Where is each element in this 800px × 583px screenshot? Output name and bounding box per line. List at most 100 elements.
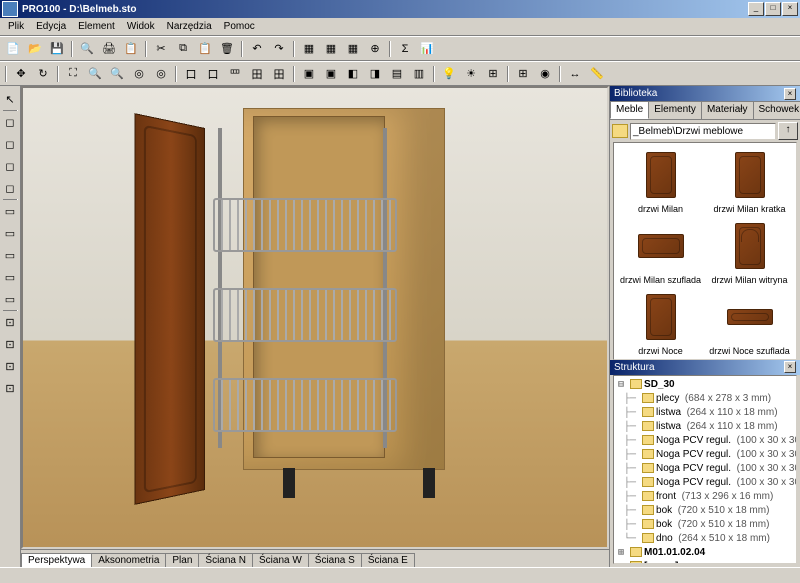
fit-icon[interactable]: ⛶	[63, 64, 83, 84]
structure-tree[interactable]: ⊟ SD_30 ├─ plecy (684 x 278 x 3 mm) ├─ l…	[613, 375, 797, 565]
t3-icon[interactable]: ◻	[0, 156, 20, 176]
v3-icon[interactable]: 罒	[225, 64, 245, 84]
undo-icon[interactable]: ↶	[247, 39, 267, 59]
m1-icon[interactable]: ▣	[299, 64, 319, 84]
tab-meble[interactable]: Meble	[610, 101, 649, 119]
l3-icon[interactable]: ⊞	[483, 64, 503, 84]
library-close-icon[interactable]: ×	[784, 88, 796, 100]
open-icon[interactable]: 📂	[25, 39, 45, 59]
l2-icon[interactable]: ☀	[461, 64, 481, 84]
menu-pomoc[interactable]: Pomoc	[218, 19, 261, 34]
library-item[interactable]: drzwi Noce szuflada	[707, 289, 792, 356]
v5-icon[interactable]: 田	[269, 64, 289, 84]
tree-item[interactable]: ├─ plecy (684 x 278 x 3 mm)	[616, 392, 794, 406]
paste-icon[interactable]: 📋	[195, 39, 215, 59]
library-item[interactable]: drzwi Milan witryna	[707, 218, 792, 285]
m6-icon[interactable]: ▥	[409, 64, 429, 84]
tree-item[interactable]: ├─ Noga PCV regul. (100 x 30 x 30 mm)	[616, 476, 794, 490]
v1-icon[interactable]: 口	[181, 64, 201, 84]
m5-icon[interactable]: ▤	[387, 64, 407, 84]
viewport-3d[interactable]	[21, 86, 609, 549]
t1-icon[interactable]: ◻	[0, 112, 20, 132]
tab-sciana-w[interactable]: Ściana W	[252, 553, 309, 567]
v2-icon[interactable]: 口	[203, 64, 223, 84]
library-item[interactable]: drzwi Noce	[618, 289, 703, 356]
library-item[interactable]: drzwi Milan kratka	[707, 147, 792, 214]
menu-element[interactable]: Element	[72, 19, 121, 34]
t11-icon[interactable]: ⊡	[0, 334, 20, 354]
m2-icon[interactable]: ▣	[321, 64, 341, 84]
group2-icon[interactable]: ▦	[321, 39, 341, 59]
zoom4-icon[interactable]: ◎	[151, 64, 171, 84]
m3-icon[interactable]: ◧	[343, 64, 363, 84]
zoomin-icon[interactable]: 🔍	[85, 64, 105, 84]
tab-sciana-e[interactable]: Ściana E	[361, 553, 415, 567]
group1-icon[interactable]: ▦	[299, 39, 319, 59]
t7-icon[interactable]: ▭	[0, 245, 20, 265]
structure-close-icon[interactable]: ×	[784, 361, 796, 373]
ruler-icon[interactable]: 📏	[587, 64, 607, 84]
tree-item[interactable]: ├─ front (713 x 296 x 16 mm)	[616, 490, 794, 504]
new-icon[interactable]: 📄	[3, 39, 23, 59]
tree-item[interactable]: ├─ listwa (264 x 110 x 18 mm)	[616, 420, 794, 434]
group3-icon[interactable]: ▦	[343, 39, 363, 59]
menu-edycja[interactable]: Edycja	[30, 19, 72, 34]
t9-icon[interactable]: ▭	[0, 289, 20, 309]
arrow-icon[interactable]: ↖	[0, 89, 20, 109]
m4-icon[interactable]: ◨	[365, 64, 385, 84]
rotate-icon[interactable]: ↻	[33, 64, 53, 84]
tree-item[interactable]: ├─ Noga PCV regul. (100 x 30 x 30 mm)	[616, 434, 794, 448]
zoomout-icon[interactable]: 🔍	[107, 64, 127, 84]
save-icon[interactable]: 💾	[47, 39, 67, 59]
library-path-combo[interactable]: _Belmeb\Drzwi meblowe	[630, 123, 776, 140]
tab-perspektywa[interactable]: Perspektywa	[21, 553, 92, 567]
grid-icon[interactable]: ⊞	[513, 64, 533, 84]
tree-item[interactable]: ⊞ [grupa]	[616, 560, 794, 565]
preview-icon[interactable]: 🔍	[77, 39, 97, 59]
tree-item[interactable]: ├─ bok (720 x 510 x 18 mm)	[616, 504, 794, 518]
zoom3-icon[interactable]: ◎	[129, 64, 149, 84]
menu-widok[interactable]: Widok	[121, 19, 161, 34]
library-item[interactable]: drzwi Milan szuflada	[618, 218, 703, 285]
tree-item[interactable]: ├─ Noga PCV regul. (100 x 30 x 30 mm)	[616, 448, 794, 462]
tree-item[interactable]: ⊞ M01.01.02.04	[616, 546, 794, 560]
menu-narzedzia[interactable]: Narzędzia	[161, 19, 218, 34]
help-icon[interactable]: ◉	[535, 64, 555, 84]
tree-root[interactable]: ⊟ SD_30	[616, 378, 794, 392]
t12-icon[interactable]: ⊡	[0, 356, 20, 376]
t5-icon[interactable]: ▭	[0, 201, 20, 221]
maximize-button[interactable]: □	[765, 2, 781, 16]
cut-icon[interactable]: ✂	[151, 39, 171, 59]
group4-icon[interactable]: ⊕	[365, 39, 385, 59]
tree-item[interactable]: ├─ bok (720 x 510 x 18 mm)	[616, 518, 794, 532]
t6-icon[interactable]: ▭	[0, 223, 20, 243]
export-icon[interactable]: 📋	[121, 39, 141, 59]
tree-item[interactable]: └─ dno (264 x 510 x 18 mm)	[616, 532, 794, 546]
t8-icon[interactable]: ▭	[0, 267, 20, 287]
tab-aksonometria[interactable]: Aksonometria	[91, 553, 166, 567]
menu-plik[interactable]: Plik	[2, 19, 30, 34]
copy-icon[interactable]: ⧉	[173, 39, 193, 59]
folder-up-icon[interactable]: ↑	[778, 122, 798, 140]
dim-icon[interactable]: ↔	[565, 64, 585, 84]
t10-icon[interactable]: ⊡	[0, 312, 20, 332]
delete-icon[interactable]: 🗑	[217, 39, 237, 59]
library-item[interactable]: drzwi Milan	[618, 147, 703, 214]
close-button[interactable]: ×	[782, 2, 798, 16]
redo-icon[interactable]: ↷	[269, 39, 289, 59]
tab-sciana-n[interactable]: Ściana N	[198, 553, 253, 567]
print-icon[interactable]: 🖨	[99, 39, 119, 59]
report-icon[interactable]: 📊	[417, 39, 437, 59]
tab-elementy[interactable]: Elementy	[648, 101, 702, 119]
tree-item[interactable]: ├─ Noga PCV regul. (100 x 30 x 30 mm)	[616, 462, 794, 476]
minimize-button[interactable]: _	[748, 2, 764, 16]
tab-plan[interactable]: Plan	[165, 553, 199, 567]
tab-sciana-s[interactable]: Ściana S	[308, 553, 362, 567]
tree-item[interactable]: ├─ listwa (264 x 110 x 18 mm)	[616, 406, 794, 420]
move-icon[interactable]: ✥	[11, 64, 31, 84]
v4-icon[interactable]: 田	[247, 64, 267, 84]
tab-schowek[interactable]: Schowek	[753, 101, 800, 119]
t2-icon[interactable]: ◻	[0, 134, 20, 154]
tab-materialy[interactable]: Materiały	[701, 101, 754, 119]
t4-icon[interactable]: ◻	[0, 178, 20, 198]
